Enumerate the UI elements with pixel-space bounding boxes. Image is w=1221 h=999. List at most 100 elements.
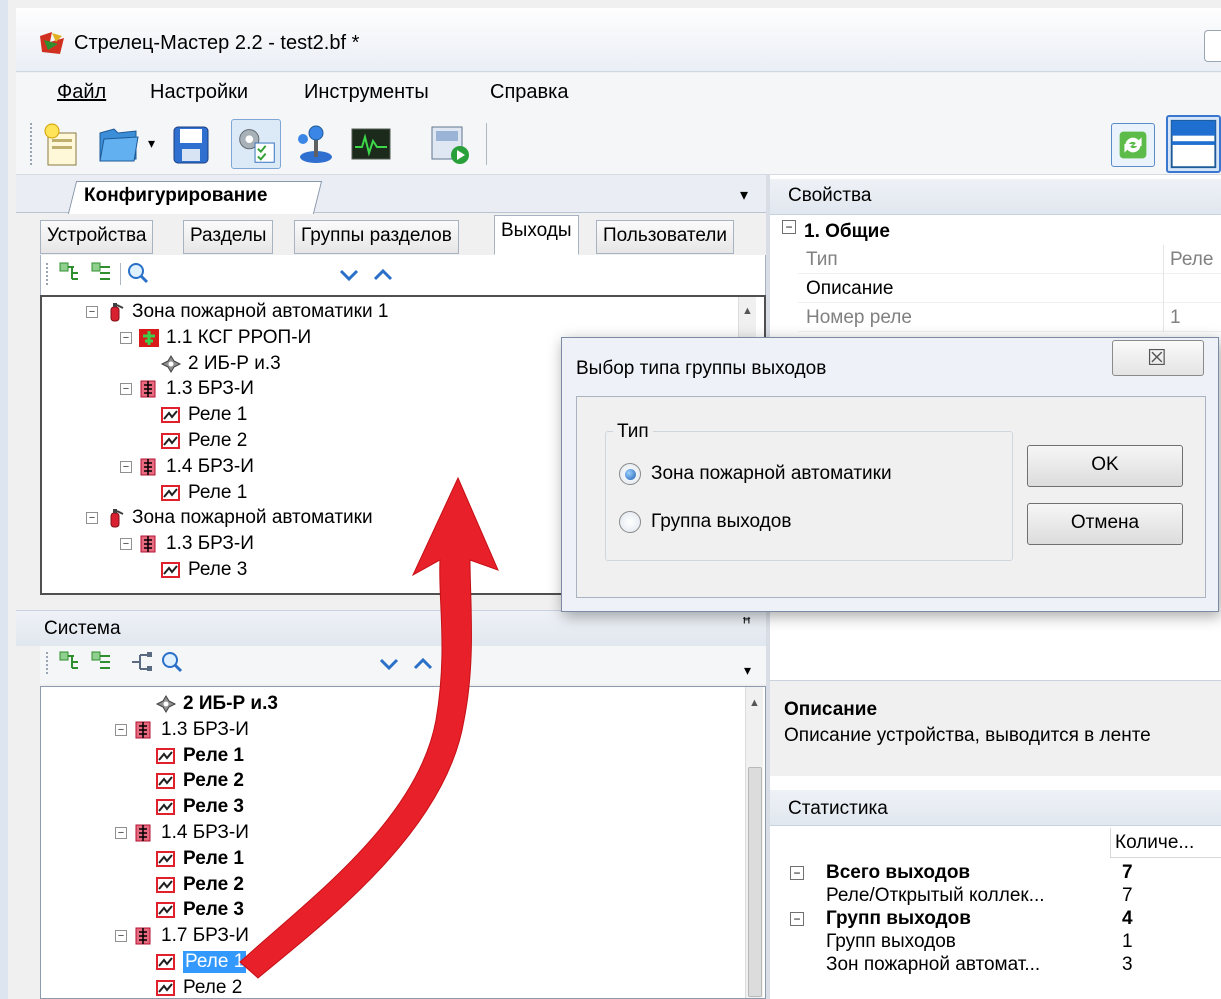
tree-node-label: Реле 3 <box>188 559 248 580</box>
menu-file[interactable]: Файл <box>57 81 106 104</box>
chevron-up-icon[interactable] <box>372 267 394 283</box>
system-tree-scrollbar[interactable]: ▲ <box>745 687 763 998</box>
property-value[interactable]: 1 <box>1170 307 1181 329</box>
property-value[interactable]: Реле <box>1170 249 1213 271</box>
collapse-all-icon[interactable] <box>90 650 116 674</box>
tree-node-label: Зона пожарной автоматики 1 <box>132 301 389 322</box>
radio-fire-zone[interactable] <box>619 463 641 485</box>
collapse-toggle-icon[interactable]: − <box>86 512 98 525</box>
control-joystick-icon[interactable] <box>291 119 341 169</box>
refresh-icon[interactable] <box>1111 123 1155 167</box>
dialog-close-button[interactable]: ☒ <box>1112 340 1204 376</box>
open-dropdown-icon[interactable]: ▾ <box>148 135 155 152</box>
menu-tools[interactable]: Инструменты <box>304 81 429 104</box>
new-file-icon[interactable] <box>38 119 88 169</box>
run-simulation-icon[interactable] <box>426 119 476 169</box>
tree-node-label: 1.7 БРЗ-И <box>161 925 249 947</box>
chevron-up-icon[interactable] <box>412 656 434 672</box>
scrollbar-thumb[interactable] <box>748 767 762 997</box>
config-pane-dropdown-icon[interactable]: ▾ <box>740 185 748 205</box>
system-tree[interactable]: 2 ИБ-Р и.3 − 1.3 БРЗ-И Реле 1 Реле 2 Реле 3 − 1… <box>40 686 766 999</box>
radio-output-group-label[interactable]: Группа выходов <box>651 511 791 533</box>
property-group[interactable]: − 1. Общие <box>782 219 1221 247</box>
group-collapse-icon[interactable]: − <box>782 220 796 234</box>
tab-users[interactable]: Пользователи <box>596 220 735 254</box>
tab-sections[interactable]: Разделы <box>183 220 274 254</box>
tree-node[interactable]: − Зона пожарной автоматики 1 <box>86 299 388 325</box>
save-icon[interactable] <box>166 119 216 169</box>
property-row[interactable]: Описание <box>798 274 1221 303</box>
cancel-button[interactable]: Отмена <box>1027 503 1183 545</box>
collapse-toggle-icon[interactable]: − <box>120 538 132 551</box>
tree-node[interactable]: Реле 3 <box>149 897 244 923</box>
configuration-icon[interactable] <box>231 119 281 169</box>
property-row[interactable]: Номер реле 1 <box>798 303 1221 332</box>
collapse-toggle-icon[interactable]: − <box>115 827 127 839</box>
tree-node[interactable]: 2 ИБ-Р и.3 <box>149 691 278 717</box>
collapse-toggle-icon[interactable]: − <box>120 383 132 396</box>
collapse-toggle-icon[interactable]: − <box>120 460 132 473</box>
tree-node[interactable]: Реле 1 <box>154 480 247 506</box>
chevron-down-icon[interactable] <box>338 267 360 283</box>
tree-node[interactable]: Реле 1 <box>149 846 244 872</box>
search-icon[interactable] <box>126 261 150 285</box>
overflow-dropdown-icon[interactable]: ▾ <box>744 662 751 679</box>
statistics-table: − Всего выходов 7 Реле/Открытый коллек... 7 −… <box>770 862 1221 992</box>
tree-node[interactable]: − 1.4 БРЗ-И <box>115 820 249 846</box>
tree-node[interactable]: Реле 2 <box>149 768 244 794</box>
statistics-row[interactable]: Зон пожарной автомат... 3 <box>770 954 1221 983</box>
relay-icon <box>155 849 177 869</box>
collapse-toggle-icon[interactable]: − <box>86 306 98 318</box>
tree-node[interactable]: 2 ИБ-Р и.3 <box>154 351 281 377</box>
radio-fire-zone-label[interactable]: Зона пожарной автоматики <box>651 463 892 485</box>
property-row[interactable]: Тип Реле <box>798 245 1221 274</box>
collapse-toggle-icon[interactable]: − <box>115 930 127 943</box>
tree-node[interactable]: Реле 2 <box>149 872 244 898</box>
ok-button[interactable]: OK <box>1027 445 1183 487</box>
tree-node[interactable]: − 1.3 БРЗ-И <box>120 531 254 557</box>
open-folder-icon[interactable] <box>94 119 144 169</box>
tree-node[interactable]: − 1.1 КСГ РРОП-И <box>120 325 311 351</box>
statistics-column-header[interactable]: Количе... <box>1110 828 1221 858</box>
tree-node[interactable]: Реле 3 <box>149 794 244 820</box>
dialog-title: Выбор типа группы выходов <box>576 358 827 379</box>
tree-node[interactable]: − 1.4 БРЗ-И <box>120 454 254 480</box>
menu-help[interactable]: Справка <box>490 81 568 104</box>
monitor-graph-icon[interactable] <box>346 119 396 169</box>
tree-node[interactable]: − Зона пожарной автоматики <box>86 505 373 531</box>
tab-section-groups[interactable]: Группы разделов <box>294 220 459 254</box>
tree-node[interactable]: Реле 2 <box>149 975 242 998</box>
pin-icon[interactable]: ꟸ <box>742 614 751 634</box>
radio-output-group[interactable] <box>619 511 641 533</box>
expand-all-icon[interactable] <box>58 261 84 285</box>
collapse-toggle-icon[interactable]: − <box>790 866 804 880</box>
tree-node[interactable]: − 1.3 БРЗ-И <box>120 376 254 402</box>
menu-settings[interactable]: Настройки <box>150 81 248 104</box>
window-control-edge[interactable] <box>1204 30 1221 62</box>
tree-node[interactable]: Реле 1 <box>149 743 244 769</box>
tree-node[interactable]: Реле 1 <box>149 949 247 975</box>
tree-node[interactable]: − 1.3 БРЗ-И <box>115 717 249 743</box>
hierarchy-icon[interactable] <box>128 650 154 674</box>
search-icon[interactable] <box>160 650 184 674</box>
app-window: Стрелец-Мастер 2.2 - test2.bf * Файл Нас… <box>0 0 1221 999</box>
relay-block-icon <box>138 457 160 477</box>
statistics-pane: Статистика Количе... − Всего выходов 7 Реле… <box>770 776 1221 999</box>
tree-node[interactable]: − 1.7 БРЗ-И <box>115 923 249 949</box>
layout-icon[interactable] <box>1166 115 1221 173</box>
collapse-toggle-icon[interactable]: − <box>115 723 127 736</box>
collapse-all-icon[interactable] <box>90 261 116 285</box>
tab-outputs[interactable]: Выходы <box>494 215 579 255</box>
chevron-down-icon[interactable] <box>378 656 400 672</box>
scroll-up-arrow-icon[interactable]: ▲ <box>749 697 760 709</box>
collapse-toggle-icon[interactable]: − <box>120 331 132 344</box>
tree-node[interactable]: Реле 2 <box>154 428 247 454</box>
collapse-toggle-icon[interactable]: − <box>790 912 804 926</box>
scroll-up-arrow-icon[interactable]: ▲ <box>742 305 753 317</box>
tree-node[interactable]: Реле 3 <box>154 557 247 583</box>
tree-node[interactable]: Реле 1 <box>154 402 247 428</box>
tab-devices[interactable]: Устройства <box>40 220 154 254</box>
tree-node-label: Реле 1 <box>183 847 244 869</box>
relay-icon <box>155 952 177 972</box>
expand-all-icon[interactable] <box>58 650 84 674</box>
